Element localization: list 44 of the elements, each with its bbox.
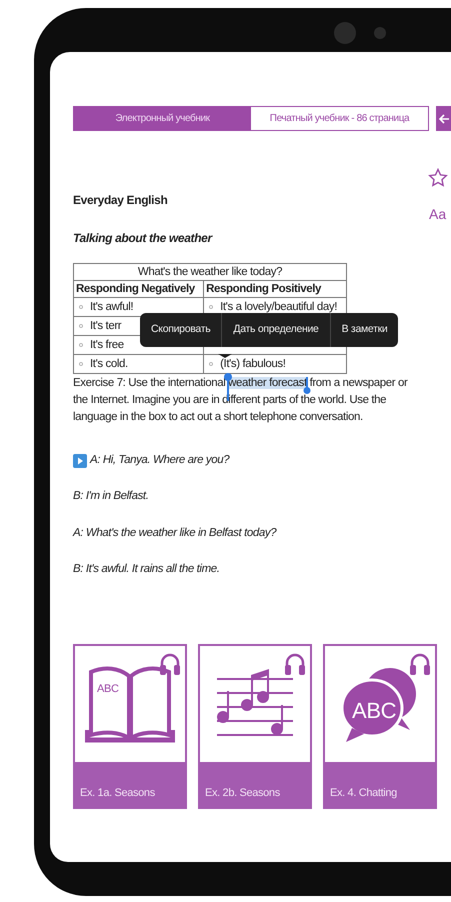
back-arrow-icon <box>438 112 450 124</box>
menu-item[interactable]: В заметки <box>330 313 398 347</box>
table-cell: (It's) fabulous! <box>220 358 286 370</box>
table-cell: It's awful! <box>90 301 134 314</box>
heading: Everyday English <box>73 192 168 209</box>
headphones-icon <box>409 652 431 676</box>
bullet-icon <box>79 362 83 366</box>
headphones-icon <box>159 652 181 676</box>
column-header: Responding Negatively <box>74 280 204 298</box>
column-header: Responding Positively <box>204 280 346 298</box>
bullet-icon <box>209 362 214 366</box>
play-button[interactable] <box>73 454 87 468</box>
exercise-text: Exercise 7: Use the international weather forecast from a newspaper or the Internet. Imagine you are in different parts of the world. Use the language in the box to act out a short telephone conversation. <box>73 376 409 425</box>
exercise-card[interactable]: ABC Ex. 4. Chatting <box>323 644 437 809</box>
table-cell: It's terr <box>90 320 122 332</box>
card-label: Ex. 2b. Seasons <box>205 786 280 800</box>
dialogue-line: A: Hi, Tanya. Where are you? <box>90 453 230 468</box>
bullet-icon <box>79 342 83 347</box>
table-cell: It's free <box>90 339 124 352</box>
menu-item[interactable]: Дать определение <box>221 313 330 347</box>
dialogue-line: B: It's awful. It rains all the time. <box>73 562 220 577</box>
headphones-icon <box>284 652 306 676</box>
bullet-icon <box>209 304 214 309</box>
table-cell: It's cold. <box>90 358 128 370</box>
table-cell: It's a lovely/beautiful day! <box>220 301 338 314</box>
card-label: Ex. 1a. Seasons <box>80 786 155 800</box>
exercise-card[interactable]: Ex. 2b. Seasons <box>198 644 312 809</box>
menu-item[interactable]: Скопировать <box>140 313 222 347</box>
exercise-card[interactable]: ABC Ex. 1a. Seasons <box>73 644 187 809</box>
subheading: Talking about the weather <box>73 230 214 247</box>
dialogue-line: B: I'm in Belfast. <box>73 489 149 504</box>
dialogue-line: A: What's the weather like in Belfast today? <box>73 526 276 540</box>
tab[interactable]: Электронный учебник <box>74 107 251 130</box>
card-label: Ex. 4. Chatting <box>330 786 397 800</box>
music-notes-icon <box>215 669 295 739</box>
star-icon[interactable] <box>428 168 448 188</box>
sensor-icon <box>374 27 386 39</box>
bullet-icon <box>79 304 83 309</box>
bullet-icon <box>79 324 83 328</box>
camera-icon <box>334 22 356 44</box>
back-button[interactable] <box>436 106 451 131</box>
table-title: What's the weather like today? <box>74 264 346 280</box>
menu-pointer-icon <box>218 354 232 358</box>
font-size-button[interactable]: Aa <box>429 204 446 225</box>
